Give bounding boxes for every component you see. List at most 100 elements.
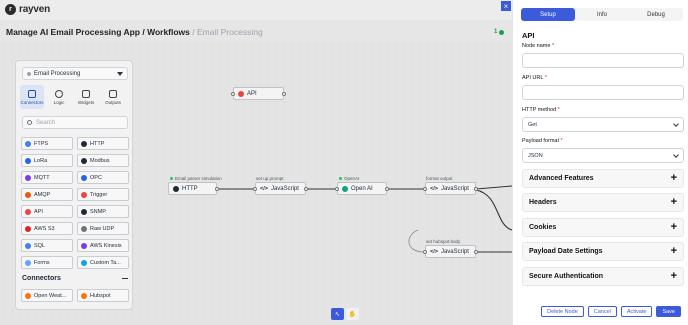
http-method-select[interactable]: Get [522, 117, 684, 132]
opc-icon [81, 174, 87, 181]
status-dot-icon [170, 177, 173, 180]
close-panel-button[interactable]: × [501, 1, 511, 11]
palette-item-snmp[interactable]: SNMP [77, 205, 129, 218]
node-name-label: Node name * [522, 43, 554, 49]
flow-node-http[interactable]: HTTP [168, 182, 219, 195]
palette-item-lora[interactable]: LoRa [21, 154, 73, 167]
accordion-payload-date-settings[interactable]: Payload Date Settings + [522, 242, 684, 261]
status-count: 1 [494, 29, 498, 35]
collapse-icon [122, 277, 128, 280]
item-label: Forms [34, 259, 50, 266]
flow-node-openai[interactable]: Open AI [335, 182, 389, 195]
accordion-cookies[interactable]: Cookies + [522, 218, 684, 237]
palette-item-mqtt[interactable]: MQTT [21, 171, 73, 184]
flow-node-api[interactable]: API [231, 87, 286, 100]
palette-item-custom-table[interactable]: Custom Ta... [77, 256, 129, 269]
tab-debug[interactable]: Debug [629, 8, 683, 21]
search-placeholder: Search [36, 119, 56, 126]
palette-item-opc[interactable]: OPC [77, 171, 129, 184]
accordion-advanced-features[interactable]: Advanced Features + [522, 169, 684, 188]
tab-label: Widgets [77, 99, 95, 105]
palette-item-forms[interactable]: Forms [21, 256, 73, 269]
palette-item-api[interactable]: API [21, 205, 73, 218]
item-label: Modbus [90, 157, 110, 164]
tab-outputs[interactable]: Outputs [101, 85, 125, 109]
palette-search-input[interactable]: Search [22, 116, 128, 129]
api-url-label: API URL * [522, 75, 547, 81]
cancel-button[interactable]: Cancel [587, 306, 617, 317]
tab-widgets[interactable]: Widgets [74, 85, 98, 109]
panel-section-title: API [522, 31, 535, 40]
payload-format-label: Payload format * [522, 138, 563, 144]
node-palette: Email Processing Connectors Logic Widget… [15, 60, 133, 310]
output-port[interactable] [385, 187, 389, 191]
input-port[interactable] [231, 92, 235, 96]
delete-node-button[interactable]: Delete Node [541, 306, 584, 317]
input-port[interactable] [423, 187, 427, 191]
accordion-headers[interactable]: Headers + [522, 193, 684, 212]
amqp-icon [25, 191, 31, 198]
item-label: Trigger [90, 191, 108, 198]
tab-logic[interactable]: Logic [47, 85, 71, 109]
workflow-select[interactable]: Email Processing [22, 67, 128, 80]
palette-item-aws-kinesis[interactable]: AWS Kinesis [77, 239, 129, 252]
item-label: SQL [34, 242, 46, 249]
mqtt-icon [25, 174, 31, 181]
required-marker: * [551, 43, 555, 49]
item-label: AWS Kinesis [90, 242, 122, 249]
palette-item-trigger[interactable]: Trigger [77, 188, 129, 201]
input-port[interactable] [253, 187, 257, 191]
tab-setup[interactable]: Setup [521, 8, 575, 21]
hand-icon: ✋ [348, 311, 357, 318]
output-port[interactable] [474, 250, 478, 254]
accordion-title: Secure Authentication [529, 273, 604, 280]
breadcrumb-path[interactable]: Manage AI Email Processing App / Workflo… [6, 27, 190, 37]
palette-item-hubspot[interactable]: Hubspot [77, 289, 129, 302]
tab-info[interactable]: Info [575, 8, 629, 21]
output-port[interactable] [474, 187, 478, 191]
input-port[interactable] [335, 187, 339, 191]
input-port[interactable] [423, 250, 427, 254]
item-label: AMQP [34, 191, 51, 198]
select-tool-button[interactable]: ↖ [331, 308, 344, 320]
node-caption-text: Email parser simulation [175, 176, 222, 181]
palette-item-open-weather[interactable]: Open Weat... [21, 289, 73, 302]
palette-item-amqp[interactable]: AMQP [21, 188, 73, 201]
item-label: Custom Ta... [90, 259, 121, 266]
node-caption-text: OpenAI [344, 176, 360, 181]
item-label: SNMP [90, 208, 106, 215]
palette-item-http[interactable]: HTTP [77, 137, 129, 150]
app-logo[interactable]: r rayven [5, 4, 50, 15]
output-port[interactable] [215, 187, 219, 191]
node-caption-text: format output [426, 176, 453, 181]
palette-item-raw-udp[interactable]: Raw UDP [77, 222, 129, 235]
status-dot-icon [339, 177, 342, 180]
pan-tool-button[interactable]: ✋ [346, 308, 359, 320]
flow-node-javascript-prompt[interactable]: </> JavaScript [253, 182, 308, 195]
palette-item-ftps[interactable]: FTPS [21, 137, 73, 150]
save-button[interactable]: Save [656, 306, 681, 317]
api-url-field[interactable] [522, 85, 684, 100]
status-badge[interactable]: 1 [494, 29, 505, 35]
palette-items: FTPS HTTP LoRa Modbus MQTT OPC AMQP Trig… [21, 137, 129, 269]
flow-node-javascript-format[interactable]: </> JavaScript [423, 182, 478, 195]
output-port[interactable] [282, 92, 286, 96]
item-label: AWS S3 [34, 225, 55, 232]
activate-button[interactable]: Activate [620, 306, 653, 317]
connectors-section-header[interactable]: Connectors [22, 275, 128, 282]
flow-node-javascript-hubspot[interactable]: </> JavaScript [423, 245, 478, 258]
connector-items: Open Weat... Hubspot [21, 289, 129, 302]
palette-item-aws-s3[interactable]: AWS S3 [21, 222, 73, 235]
accordion-secure-authentication[interactable]: Secure Authentication + [522, 267, 684, 286]
palette-item-modbus[interactable]: Modbus [77, 154, 129, 167]
breadcrumb-current: / Email Processing [192, 27, 263, 37]
snmp-icon [81, 208, 87, 215]
code-icon: </> [430, 185, 438, 192]
node-name-field[interactable] [522, 53, 684, 68]
tab-label: Logic [53, 99, 65, 105]
output-port[interactable] [304, 187, 308, 191]
payload-format-select[interactable]: JSON [522, 148, 684, 163]
tab-connectors[interactable]: Connectors [20, 85, 44, 109]
palette-item-sql[interactable]: SQL [21, 239, 73, 252]
chevron-down-icon [673, 120, 679, 127]
